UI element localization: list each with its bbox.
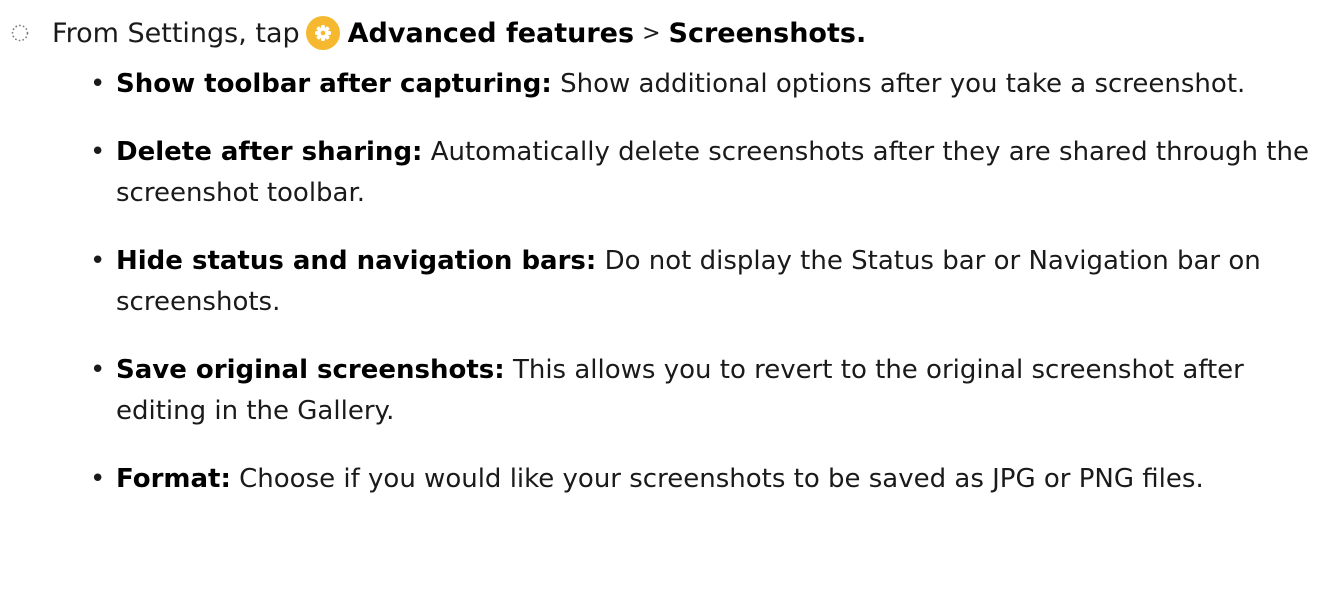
settings-gear-icon [305, 16, 340, 50]
path-advanced-features: Advanced features [347, 17, 635, 49]
item-description: Show additional options after you take a… [560, 69, 1246, 99]
settings-options-list: • Show toolbar after capturing: Show add… [90, 64, 1330, 527]
bullet: • [90, 137, 106, 167]
list-item: • Save original screenshots: This allows… [90, 350, 1330, 432]
list-item: • Hide status and navigation bars: Do no… [90, 241, 1330, 323]
path-screenshots: Screenshots. [668, 17, 867, 49]
bullet: • [90, 464, 106, 494]
path-separator: > [642, 20, 661, 46]
instruction-step: From Settings, tap Advanced features > S… [10, 10, 1330, 56]
list-item: • Delete after sharing: Automatically de… [90, 132, 1330, 214]
step-line: From Settings, tap Advanced features > S… [10, 10, 1330, 56]
bullet: • [90, 69, 106, 99]
item-term: Format: [116, 464, 231, 494]
list-item: • Show toolbar after capturing: Show add… [90, 64, 1330, 105]
list-item: • Format: Choose if you would like your … [90, 459, 1330, 500]
item-description: Choose if you would like your screenshot… [239, 464, 1204, 494]
item-term: Save original screenshots: [116, 355, 505, 385]
bullet: • [90, 246, 106, 276]
item-term: Hide status and navigation bars: [116, 246, 597, 276]
bullet: • [90, 355, 106, 385]
step-prefix: From Settings, tap [52, 17, 300, 49]
item-term: Delete after sharing: [116, 137, 423, 167]
item-term: Show toolbar after capturing: [116, 69, 552, 99]
step-circle-icon [11, 24, 29, 42]
